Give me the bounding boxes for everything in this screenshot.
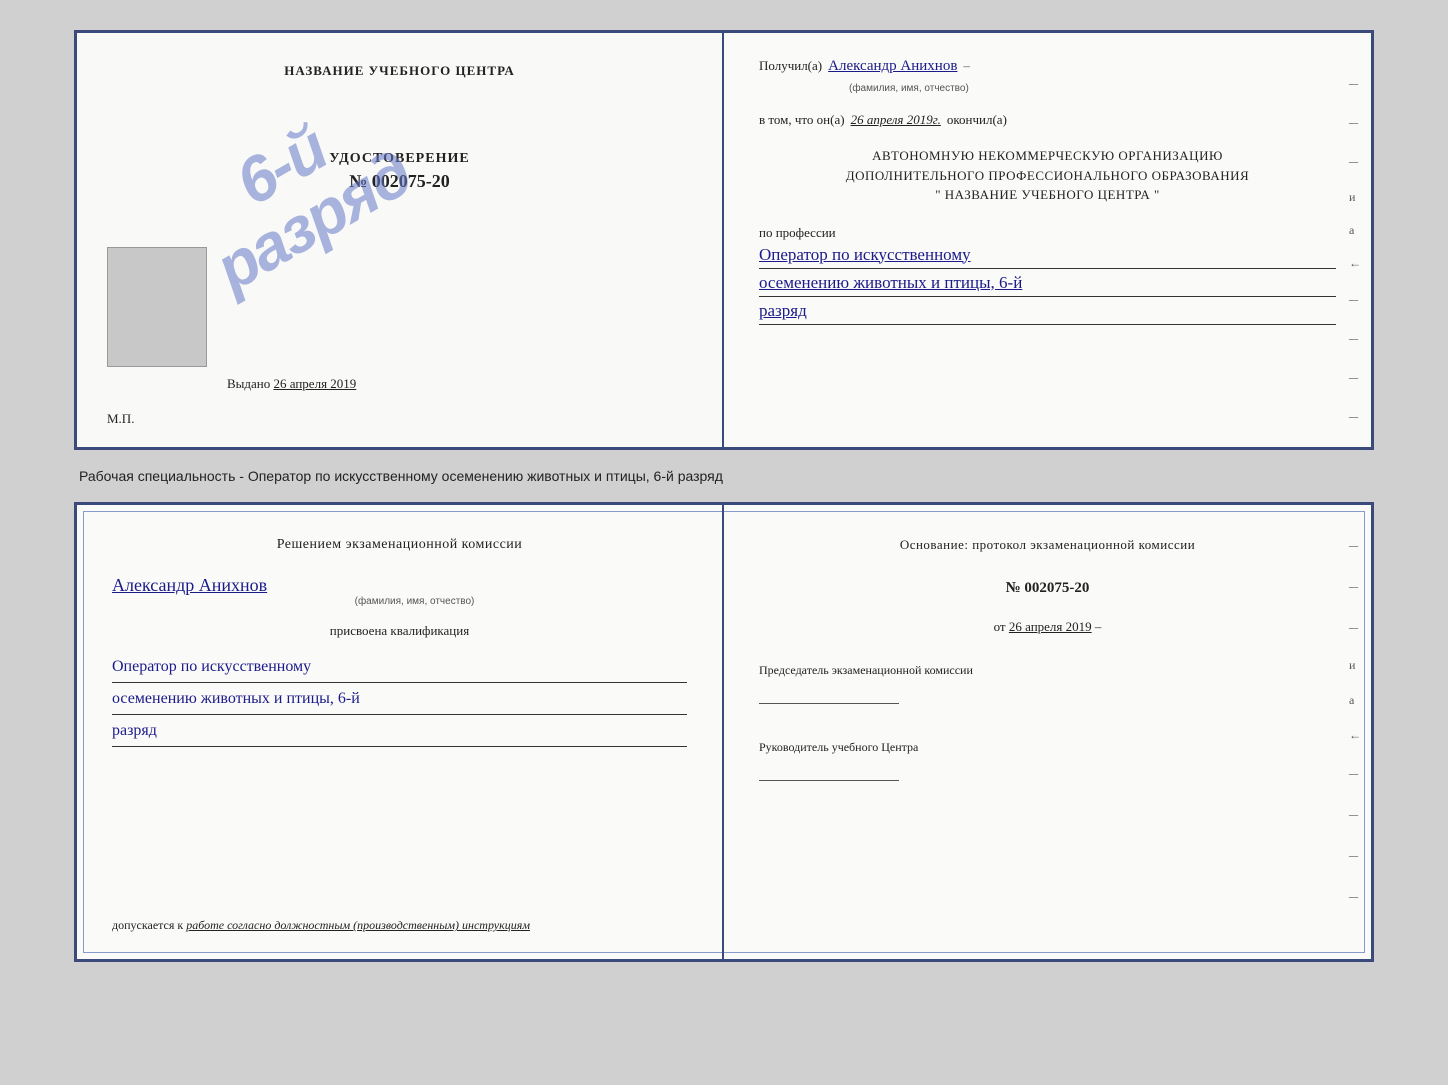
cert-right-page: Получил(a) Александр Анихнов – (фамилия,… — [724, 33, 1371, 447]
org-line1: АВТОНОМНУЮ НЕКОММЕРЧЕСКУЮ ОРГАНИЗАЦИЮ — [759, 146, 1336, 166]
kval-line2: осеменению животных и птицы, 6-й — [112, 687, 687, 715]
vtom-date: 26 апреля 2019г. — [851, 112, 941, 128]
rukovoditel-label: Руководитель учебного Центра — [759, 738, 1336, 756]
poluchil-line: Получил(a) Александр Анихнов – — [759, 58, 1336, 75]
kval-line3: разряд — [112, 719, 687, 747]
org-line2: ДОПОЛНИТЕЛЬНОГО ПРОФЕССИОНАЛЬНОГО ОБРАЗО… — [759, 166, 1336, 186]
udostoverenie-block: УДОСТОВЕРЕНИЕ № 002075-20 — [329, 149, 469, 192]
dopuskaetsya-text: работе согласно должностным (производств… — [186, 918, 530, 932]
osnovanie-line: Основание: протокол экзаменационной коми… — [759, 535, 1336, 555]
right-dashes-bottom: – – – и а ← – – – – — [1349, 535, 1361, 907]
poluchil-sub: (фамилия, имя, отчество) — [849, 83, 1336, 94]
bottom-name-block: Александр Анихнов (фамилия, имя, отчеств… — [112, 571, 687, 607]
cert-bottom-right-page: Основание: протокол экзаменационной коми… — [724, 505, 1371, 959]
profession-block: по профессии Оператор по искусственному … — [759, 225, 1336, 325]
top-certificate-booklet: НАЗВАНИЕ УЧЕБНОГО ЦЕНТРА 6-й разряд УДОС… — [74, 30, 1374, 450]
vydano-block: Выдано 26 апреля 2019 — [227, 376, 356, 392]
profession-line3: разряд — [759, 301, 1336, 325]
bottom-name-sub: (фамилия, имя, отчество) — [142, 596, 687, 607]
number-block: № 002075-20 — [759, 577, 1336, 600]
mp-label: М.П. — [107, 411, 134, 427]
vydano-date: 26 апреля 2019 — [274, 376, 357, 391]
poluchil-name: Александр Анихнов — [828, 58, 957, 75]
resheniem-label: Решением экзаменационной комиссии — [112, 535, 687, 555]
ot-date: 26 апреля 2019 — [1009, 619, 1092, 634]
cert-bottom-left-page: Решением экзаменационной комиссии Алекса… — [77, 505, 724, 959]
stamp-text: 6-й разряд — [173, 85, 420, 302]
profession-line2: осеменению животных и птицы, 6-й — [759, 273, 1336, 297]
rukovoditel-sig-line — [759, 761, 899, 781]
org-block: АВТОНОМНУЮ НЕКОММЕРЧЕСКУЮ ОРГАНИЗАЦИЮ ДО… — [759, 146, 1336, 205]
vtom-label: в том, что он(а) — [759, 112, 845, 128]
poprofessii-label: по профессии — [759, 225, 1336, 241]
stamp-line1: 6-й — [224, 112, 338, 219]
profession-line1: Оператор по искусственному — [759, 245, 1336, 269]
rukovoditel-block: Руководитель учебного Центра — [759, 738, 1336, 781]
udostoverenie-number: № 002075-20 — [329, 171, 469, 192]
bottom-certificate-booklet: Решением экзаменационной комиссии Алекса… — [74, 502, 1374, 962]
bottom-name: Александр Анихнов — [112, 575, 687, 596]
okonchil-label: окончил(а) — [947, 112, 1007, 128]
ot-line: от 26 апреля 2019 – — [759, 617, 1336, 637]
osnovanie-label: Основание: протокол экзаменационной коми… — [900, 537, 1195, 552]
number-label: № 002075-20 — [759, 577, 1336, 600]
udostoverenie-label: УДОСТОВЕРЕНИЕ — [329, 151, 469, 166]
poluchil-label: Получил(a) — [759, 58, 822, 74]
vtom-line: в том, что он(а) 26 апреля 2019г. окончи… — [759, 112, 1336, 128]
ot-label: от — [994, 619, 1006, 634]
document-container: НАЗВАНИЕ УЧЕБНОГО ЦЕНТРА 6-й разряд УДОС… — [74, 30, 1374, 962]
cert-left-page: НАЗВАНИЕ УЧЕБНОГО ЦЕНТРА 6-й разряд УДОС… — [77, 33, 724, 447]
org-line3: " НАЗВАНИЕ УЧЕБНОГО ЦЕНТРА " — [759, 185, 1336, 205]
photo-placeholder — [107, 247, 207, 367]
predsedatel-label: Председатель экзаменационной комиссии — [759, 661, 1336, 679]
prisvoena-label: присвоена квалификация — [112, 623, 687, 639]
kval-line1: Оператор по искусственному — [112, 655, 687, 683]
predsedatel-block: Председатель экзаменационной комиссии — [759, 661, 1336, 704]
right-dashes: – – – и а ← – – – – — [1349, 73, 1361, 427]
vydano-label: Выдано — [227, 376, 270, 391]
kvalifikaciya-block: Оператор по искусственному осеменению жи… — [112, 655, 687, 751]
cert-title: НАЗВАНИЕ УЧЕБНОГО ЦЕНТРА — [284, 63, 515, 79]
dopuskaetsya-block: допускается к работе согласно должностны… — [112, 917, 687, 934]
description-text: Рабочая специальность - Оператор по иску… — [74, 468, 1374, 484]
predsedatel-sig-line — [759, 684, 899, 704]
dopuskaetsya-label: допускается к — [112, 918, 183, 932]
